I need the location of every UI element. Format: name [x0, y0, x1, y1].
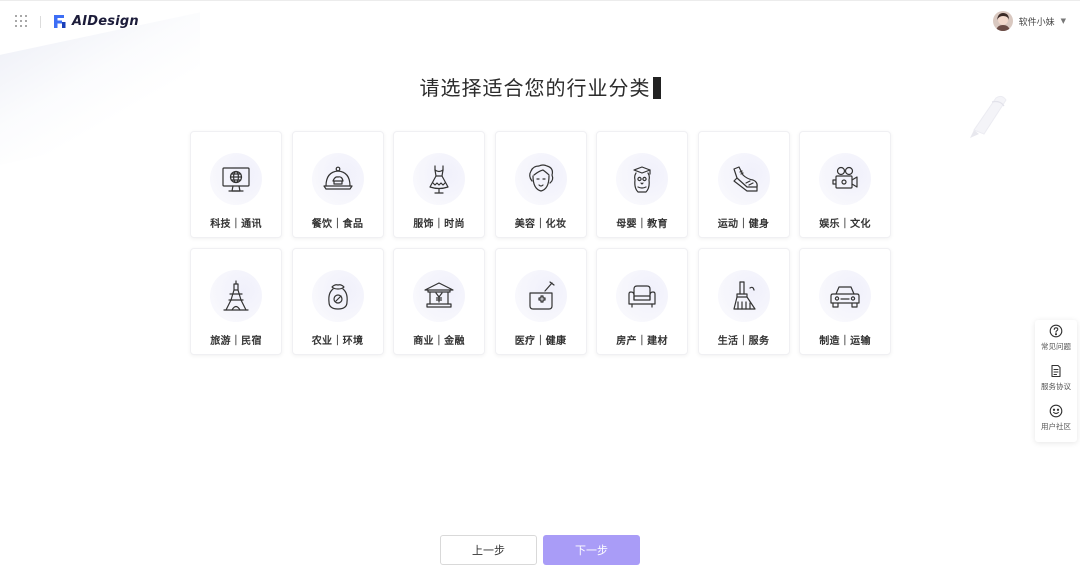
- help-panel: 常见问题 服务协议 用户社区: [1035, 320, 1077, 442]
- industry-card-life-service[interactable]: 生活｜服务: [697, 248, 790, 355]
- industry-label: 娱乐｜文化: [819, 219, 871, 230]
- logo-mark-icon: [54, 15, 66, 28]
- user-community-button[interactable]: 用户社区: [1035, 404, 1077, 432]
- industry-card-medical[interactable]: 医疗｜健康: [494, 248, 587, 355]
- smile-face-icon: [1049, 404, 1063, 418]
- industry-label: 旅游｜民宿: [210, 336, 262, 347]
- industry-card-finance[interactable]: 商业｜金融: [393, 248, 485, 355]
- industry-card-fashion[interactable]: 服饰｜时尚: [393, 131, 485, 238]
- industry-label: 农业｜环境: [311, 336, 364, 347]
- bank-yen-icon: [413, 270, 465, 322]
- eiffel-tower-icon: [210, 270, 262, 322]
- document-icon: [1051, 364, 1061, 378]
- industry-label: 医疗｜健康: [514, 336, 567, 347]
- industry-card-sports[interactable]: 运动｜健身: [697, 131, 790, 238]
- prev-step-button[interactable]: 上一步: [440, 535, 537, 565]
- industry-label: 运动｜健身: [717, 219, 770, 230]
- user-name: 软件小妹: [1018, 17, 1055, 28]
- industry-card-food[interactable]: 餐饮｜食品: [291, 131, 384, 238]
- industry-label: 制造｜运输: [819, 336, 871, 347]
- food-cloche-icon: [311, 153, 364, 205]
- industry-card-travel[interactable]: 旅游｜民宿: [190, 248, 282, 355]
- woman-face-icon: [514, 153, 567, 205]
- apps-grid-icon[interactable]: [15, 15, 27, 27]
- sneaker-icon: [717, 153, 770, 205]
- help-item-label: 用户社区: [1041, 422, 1071, 431]
- industry-card-entertainment[interactable]: 娱乐｜文化: [799, 131, 891, 238]
- industry-label: 房产｜建材: [616, 336, 668, 347]
- monitor-globe-icon: [210, 153, 262, 205]
- chevron-down-icon: ▼: [1060, 17, 1066, 25]
- industry-label: 餐饮｜食品: [311, 219, 364, 230]
- baby-graduate-icon: [616, 153, 668, 205]
- question-circle-icon: [1049, 324, 1063, 338]
- logo-text: AIDesign: [72, 13, 139, 29]
- service-agreement-button[interactable]: 服务协议: [1035, 364, 1077, 392]
- help-item-label: 常见问题: [1041, 342, 1071, 351]
- armchair-icon: [616, 270, 668, 322]
- industry-card-real-estate[interactable]: 房产｜建材: [596, 248, 688, 355]
- industry-grid: 科技｜通讯 餐饮｜食品 服饰｜时尚 美容｜化妆 母婴｜教育 运动｜健身 娱乐｜文…: [190, 131, 892, 355]
- medicine-mortar-icon: [514, 270, 567, 322]
- industry-card-tech[interactable]: 科技｜通讯: [190, 131, 282, 238]
- broom-icon: [717, 270, 770, 322]
- help-item-label: 服务协议: [1041, 382, 1071, 391]
- industry-label: 商业｜金融: [413, 336, 465, 347]
- film-camera-icon: [819, 153, 871, 205]
- industry-card-agriculture[interactable]: 农业｜环境: [291, 248, 384, 355]
- industry-label: 母婴｜教育: [616, 219, 668, 230]
- industry-label: 科技｜通讯: [210, 219, 262, 230]
- user-menu[interactable]: 软件小妹 ▼: [992, 11, 1066, 31]
- industry-label: 美容｜化妆: [514, 219, 567, 230]
- car-icon: [819, 270, 871, 322]
- industry-label: 生活｜服务: [717, 336, 770, 347]
- header-divider: [40, 16, 41, 28]
- industry-card-manufacturing[interactable]: 制造｜运输: [799, 248, 891, 355]
- logo[interactable]: AIDesign: [52, 13, 139, 29]
- page-title: 请选择适合您的行业分类: [0, 72, 1080, 101]
- grain-sack-icon: [311, 270, 364, 322]
- next-step-button[interactable]: 下一步: [543, 535, 640, 565]
- industry-card-beauty[interactable]: 美容｜化妆: [494, 131, 587, 238]
- dress-hanger-icon: [413, 153, 465, 205]
- page-title-text: 请选择适合您的行业分类: [419, 76, 651, 100]
- avatar: [992, 11, 1013, 31]
- faq-button[interactable]: 常见问题: [1035, 324, 1077, 352]
- text-cursor: [652, 77, 661, 99]
- industry-card-education[interactable]: 母婴｜教育: [596, 131, 688, 238]
- industry-label: 服饰｜时尚: [413, 219, 465, 230]
